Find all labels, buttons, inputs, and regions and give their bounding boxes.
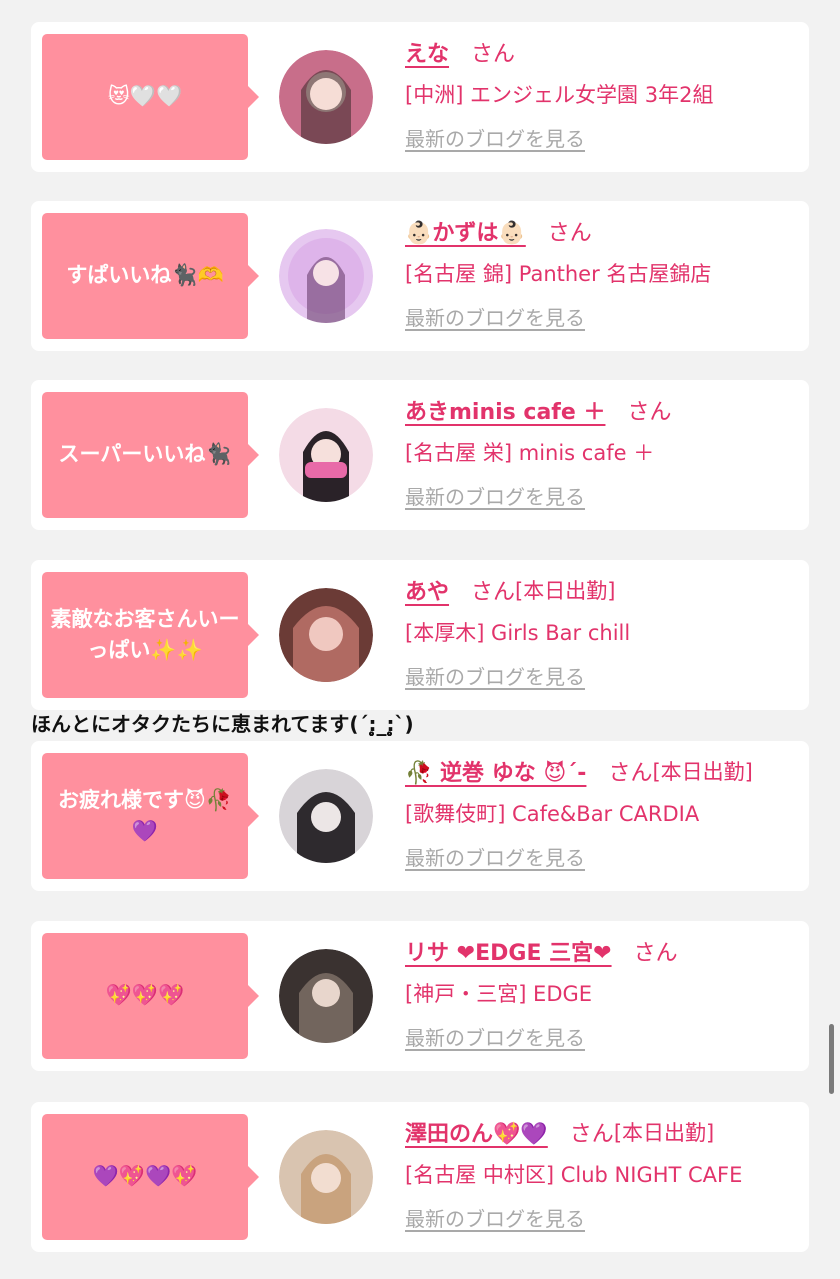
message-card: すぱいいね🐈‍⬛🫶 👶🏻かずは👶🏻 さん [名古屋 錦] Panther 名古屋… <box>31 201 809 351</box>
shop-label: [中洲] エンジェル女学園 3年2組 <box>405 83 714 107</box>
message-bubble: 💜💖💜💖 <box>42 1114 259 1240</box>
view-blog-link[interactable]: 最新のブログを見る <box>405 1203 585 1232</box>
cast-name-link[interactable]: リサ ❤EDGE 三宮❤ <box>405 935 612 967</box>
cast-info: あや さん [本日出勤] [本厚木] Girls Bar chill 最新のブロ… <box>405 570 803 690</box>
cast-name-link[interactable]: 🥀 逆巻 ゆな 😈´- <box>405 755 586 787</box>
shop-label: [神戸・三宮] EDGE <box>405 982 593 1006</box>
shop-label: [本厚木] Girls Bar chill <box>405 621 631 645</box>
message-bubble: お疲れ様です😈🥀💜 <box>42 753 259 879</box>
view-blog-link[interactable]: 最新のブログを見る <box>405 302 585 331</box>
message-card: 💜💖💜💖 澤田のん💖💜 さん [本日出勤] [名古屋 中村区] Club NIG… <box>31 1102 809 1252</box>
cast-info: 澤田のん💖💜 さん [本日出勤] [名古屋 中村区] Club NIGHT CA… <box>405 1112 803 1232</box>
message-card: お疲れ様です😈🥀💜 🥀 逆巻 ゆな 😈´- さん [本日出勤] [歌舞伎町] C… <box>31 741 809 891</box>
status-label: [本日出勤] <box>652 760 753 784</box>
honorific: さん <box>471 580 516 605</box>
view-blog-link[interactable]: 最新のブログを見る <box>405 842 585 871</box>
message-bubble: すぱいいね🐈‍⬛🫶 <box>42 213 259 339</box>
message-card: 素敵なお客さんいーっぱい✨✨ あや さん [本日出勤] [本厚木] Girls … <box>31 560 809 710</box>
scrollbar[interactable] <box>829 1024 834 1094</box>
message-card: 😻🤍🤍 えな さん [中洲] エンジェル女学園 3年2組 最新のブログを見る <box>31 22 809 172</box>
message-bubble: スーパーいいね🐈‍⬛ <box>42 392 259 518</box>
avatar[interactable] <box>279 50 373 144</box>
comment-text: ほんとにオタクたちに恵まれてます(´:̥̥̥̥̥̥̥̥_:̥̥̥̥̥̥̥̥`) <box>31 712 414 736</box>
message-bubble: 💖💖💖 <box>42 933 259 1059</box>
cast-name-link[interactable]: あきminis cafe ＋ <box>405 394 605 426</box>
view-blog-link[interactable]: 最新のブログを見る <box>405 1022 585 1051</box>
status-label: [本日出勤] <box>613 1121 715 1145</box>
cast-name-link[interactable]: えな <box>405 36 449 68</box>
status-label: [本日出勤] <box>515 579 616 603</box>
message-bubble: 😻🤍🤍 <box>42 34 259 160</box>
avatar[interactable] <box>279 408 373 502</box>
view-blog-link[interactable]: 最新のブログを見る <box>405 481 585 510</box>
message-bubble: 素敵なお客さんいーっぱい✨✨ <box>42 572 259 698</box>
cast-info: あきminis cafe ＋ さん [名古屋 栄] minis cafe ＋ 最… <box>405 390 803 510</box>
honorific: さん <box>633 941 678 966</box>
avatar[interactable] <box>279 1130 373 1224</box>
shop-label: [名古屋 錦] Panther 名古屋錦店 <box>405 262 712 286</box>
cast-name-link[interactable]: あや <box>405 574 449 606</box>
avatar[interactable] <box>279 229 373 323</box>
shop-label: [歌舞伎町] Cafe&Bar CARDIA <box>405 802 700 826</box>
honorific: さん <box>547 221 592 246</box>
honorific: さん <box>471 42 516 67</box>
avatar[interactable] <box>279 588 373 682</box>
message-card: スーパーいいね🐈‍⬛ あきminis cafe ＋ さん [名古屋 栄] min… <box>31 380 809 530</box>
shop-label: [名古屋 栄] minis cafe ＋ <box>405 441 655 465</box>
cast-info: 🥀 逆巻 ゆな 😈´- さん [本日出勤] [歌舞伎町] Cafe&Bar CA… <box>405 751 803 871</box>
cast-name-link[interactable]: 👶🏻かずは👶🏻 <box>405 215 526 247</box>
cast-info: 👶🏻かずは👶🏻 さん [名古屋 錦] Panther 名古屋錦店 最新のブログを… <box>405 211 803 331</box>
avatar[interactable] <box>279 769 373 863</box>
cast-name-link[interactable]: 澤田のん💖💜 <box>405 1116 548 1148</box>
shop-label: [名古屋 中村区] Club NIGHT CAFE <box>405 1163 743 1187</box>
message-card: 💖💖💖 リサ ❤EDGE 三宮❤ さん [神戸・三宮] EDGE 最新のブログを… <box>31 921 809 1071</box>
cast-info: リサ ❤EDGE 三宮❤ さん [神戸・三宮] EDGE 最新のブログを見る <box>405 931 803 1051</box>
avatar[interactable] <box>279 949 373 1043</box>
view-blog-link[interactable]: 最新のブログを見る <box>405 123 585 152</box>
honorific: さん <box>608 761 653 786</box>
cast-info: えな さん [中洲] エンジェル女学園 3年2組 最新のブログを見る <box>405 32 803 152</box>
honorific: さん <box>627 400 672 425</box>
view-blog-link[interactable]: 最新のブログを見る <box>405 661 585 690</box>
honorific: さん <box>569 1122 614 1147</box>
